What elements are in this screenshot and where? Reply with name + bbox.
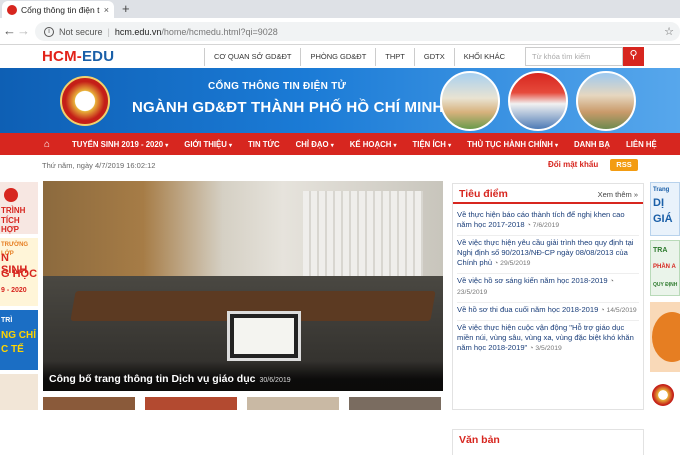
search-icon: ⚲ <box>629 49 638 61</box>
left-ad-3[interactable]: TRÌ NG CHỈ C TẾ <box>0 310 38 370</box>
date-bar: Thứ năm, ngày 4/7/2019 16:02:12 Đổi mật … <box>42 159 644 174</box>
top-link-phong[interactable]: PHÒNG GD&ĐT <box>300 48 375 66</box>
banner-photo-city-hall <box>440 71 500 131</box>
url-text[interactable]: hcm.edu.vn/home/hcmedu.html?qi=9028 <box>115 27 278 37</box>
focus-list: Về thực hiện báo cáo thành tích để nghị … <box>453 204 643 358</box>
logo-part-b: EDU <box>81 48 115 65</box>
logo-part-a: HCM- <box>42 48 82 65</box>
ad-graphic-icon <box>652 312 680 362</box>
browser-tab[interactable]: Cổng thông tin điện tử Sở × <box>2 1 114 18</box>
url-path: /home/hcmedu.html?qi=9028 <box>161 26 278 37</box>
featured-caption: Công bố trang thông tin Dịch vụ giáo dục… <box>43 361 443 391</box>
top-link-gdtx[interactable]: GDTX <box>413 48 454 66</box>
focus-item[interactable]: Về việc hồ sơ sáng kiến năm học 2018-201… <box>457 274 639 303</box>
menu-item-chi-dao[interactable]: CHỈ ĐẠO ▾ <box>288 140 342 149</box>
focus-header: Tiêu điểm Xem thêm » <box>453 184 643 204</box>
website: HCM-EDU CƠ QUAN SỞ GD&ĐT PHÒNG GD&ĐT THP… <box>0 45 680 455</box>
focus-item[interactable]: Về việc thực hiện cuộc vận động "Hỗ trợ … <box>457 321 639 358</box>
featured-article[interactable]: Công bố trang thông tin Dịch vụ giáo dục… <box>43 181 443 391</box>
documents-title: Văn bản <box>459 434 500 446</box>
banner-photo-market <box>576 71 636 131</box>
top-link-thpt[interactable]: THPT <box>375 48 414 66</box>
rss-icon[interactable]: RSS <box>610 159 638 171</box>
browser-toolbar: ← → i Not secure | hcm.edu.vn/home/hcmed… <box>0 18 680 45</box>
thumbnail-strip <box>43 397 443 410</box>
new-tab-button[interactable]: + <box>122 1 130 16</box>
thumbnail-1[interactable] <box>43 397 135 410</box>
home-icon[interactable]: ⌂ <box>44 139 50 150</box>
favicon-icon <box>7 4 17 15</box>
menu-item-danh-ba[interactable]: DANH BẠ <box>566 140 618 149</box>
site-banner: CỔNG THÔNG TIN ĐIỆN TỬ NGÀNH GD&ĐT THÀNH… <box>0 68 680 133</box>
thumbnail-2[interactable] <box>145 397 237 410</box>
info-icon[interactable]: i <box>44 26 54 37</box>
bookmark-star-icon[interactable]: ☆ <box>664 25 674 38</box>
menu-item-ke-hoach[interactable]: KẾ HOẠCH ▾ <box>342 140 405 149</box>
documents-panel: Văn bản <box>452 429 644 455</box>
back-icon[interactable]: ← <box>3 23 16 39</box>
focus-more-link[interactable]: Xem thêm » <box>598 190 638 199</box>
focus-item[interactable]: Về thực hiện báo cáo thành tích để nghị … <box>457 208 639 236</box>
banner-photo-flags <box>508 71 568 131</box>
right-ad-4[interactable] <box>650 380 680 410</box>
thumbnail-3[interactable] <box>247 397 339 410</box>
browser-tab-bar: Cổng thông tin điện tử Sở × + <box>0 0 680 18</box>
banner-line-1: CỔNG THÔNG TIN ĐIỆN TỬ <box>208 81 347 92</box>
change-password-link[interactable]: Đổi mật khẩu <box>548 160 598 169</box>
security-status: Not secure <box>59 26 103 37</box>
banner-line-2: NGÀNH GD&ĐT THÀNH PHỐ HỒ CHÍ MINH <box>132 99 444 116</box>
menu-item-gioi-thieu[interactable]: GIỚI THIỆU ▾ <box>176 140 240 149</box>
right-ad-1[interactable]: Trang DỊ GIÁ <box>650 182 680 236</box>
menu-item-tien-ich[interactable]: TIỆN ÍCH ▾ <box>405 140 460 149</box>
menu-item-thu-tuc[interactable]: THỦ TỤC HÀNH CHÍNH ▾ <box>459 140 566 149</box>
menu-item-lien-he[interactable]: LIÊN HỆ <box>618 140 665 149</box>
laptop-screen <box>227 311 301 361</box>
search-button[interactable]: ⚲ <box>623 47 644 66</box>
ad-badge-icon <box>4 188 18 202</box>
national-emblem-icon <box>60 76 110 126</box>
focus-item[interactable]: Về hồ sơ thi đua cuối năm học 2018-2019 … <box>457 303 639 321</box>
thumbnail-4[interactable] <box>349 397 441 410</box>
focus-title: Tiêu điểm <box>459 188 508 200</box>
top-link-co-quan[interactable]: CƠ QUAN SỞ GD&ĐT <box>204 48 300 66</box>
right-banner-ads: Trang DỊ GIÁ TRA PHẦN A QUY ĐỊNH <box>650 180 680 455</box>
site-logo[interactable]: HCM-EDU <box>42 48 114 65</box>
left-banner-ads: TRÌNH TÍCH HỢP TRƯỜNG LỚP N SINH G HỌC 9… <box>0 180 38 410</box>
focus-panel: Tiêu điểm Xem thêm » Về thực hiện báo cá… <box>452 183 644 410</box>
current-date: Thứ năm, ngày 4/7/2019 16:02:12 <box>42 161 156 170</box>
search-input[interactable]: Từ khóa tìm kiếm <box>525 47 623 66</box>
top-links: CƠ QUAN SỞ GD&ĐT PHÒNG GD&ĐT THPT GDTX K… <box>204 48 514 66</box>
forward-icon[interactable]: → <box>17 23 30 39</box>
tab-close-icon[interactable]: × <box>104 5 109 15</box>
emblem-icon <box>652 384 674 406</box>
left-ad-4[interactable] <box>0 374 38 410</box>
site-top-bar: HCM-EDU CƠ QUAN SỞ GD&ĐT PHÒNG GD&ĐT THP… <box>0 45 680 68</box>
left-ad-2[interactable]: TRƯỜNG LỚP N SINH G HỌC 9 - 2020 <box>0 238 38 306</box>
featured-title[interactable]: Công bố trang thông tin Dịch vụ giáo dục <box>49 373 255 385</box>
right-ad-3[interactable] <box>650 302 680 372</box>
top-link-khoi-khac[interactable]: KHỐI KHÁC <box>453 48 514 66</box>
right-ad-2[interactable]: TRA PHẦN A QUY ĐỊNH <box>650 240 680 296</box>
address-bar[interactable]: i Not secure | hcm.edu.vn/home/hcmedu.ht… <box>35 22 680 41</box>
menu-item-tuyen-sinh[interactable]: TUYỂN SINH 2019 - 2020 ▾ <box>64 140 176 149</box>
featured-date: 30/6/2019 <box>259 377 291 384</box>
main-menu: ⌂ TUYỂN SINH 2019 - 2020 ▾ GIỚI THIỆU ▾ … <box>0 133 680 155</box>
menu-item-tin-tuc[interactable]: TIN TỨC <box>240 140 288 149</box>
tab-title: Cổng thông tin điện tử Sở <box>21 4 100 15</box>
url-host: hcm.edu.vn <box>114 26 162 37</box>
left-ad-1[interactable]: TRÌNH TÍCH HỢP <box>0 182 38 234</box>
focus-item[interactable]: Về việc thực hiện yêu cầu giải trình the… <box>457 236 639 274</box>
